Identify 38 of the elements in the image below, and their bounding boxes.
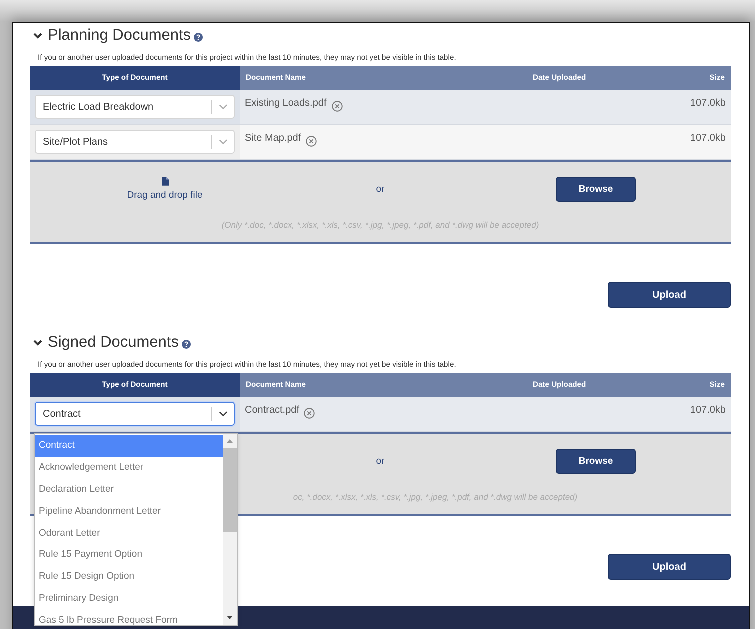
remove-icon[interactable] [304, 408, 316, 419]
dropdown-option[interactable]: Odorant Letter [35, 522, 223, 544]
dropdown-option[interactable]: Acknowledgement Letter [35, 456, 223, 479]
document-name: Contract.pdf [245, 405, 300, 416]
file-size: 107.0kb [690, 405, 726, 416]
caret-icon [219, 139, 228, 145]
document-type-select[interactable]: Electric Load Breakdown [35, 95, 235, 119]
file-size: 107.0kb [690, 98, 726, 109]
remove-icon[interactable] [332, 101, 343, 112]
help-icon[interactable] [194, 33, 204, 42]
browse-button[interactable]: Browse [556, 448, 636, 474]
chevron-icon[interactable] [33, 31, 43, 41]
file-icon [162, 177, 168, 186]
dropdown-option[interactable]: Preliminary Design [35, 588, 223, 610]
browse-button[interactable]: Browse [556, 176, 636, 202]
scrollbar-thumb[interactable] [223, 448, 237, 532]
dropdown-option[interactable]: Declaration Letter [35, 478, 223, 501]
document-name: Site Map.pdf [245, 133, 302, 144]
caret-icon [219, 104, 228, 110]
or-label: or [376, 184, 385, 194]
caret-icon [219, 411, 228, 417]
drag-drop-label: Drag and drop file [127, 190, 203, 201]
upload-button[interactable]: Upload [608, 554, 731, 580]
document-type-select[interactable]: Site/Plot Plans [35, 130, 235, 154]
file-size: 107.0kb [690, 133, 726, 144]
upload-button[interactable]: Upload [608, 282, 731, 308]
help-icon[interactable] [182, 340, 191, 349]
or-label: or [376, 456, 385, 466]
chevron-icon[interactable] [33, 338, 43, 348]
section-title: Planning Documents [48, 27, 192, 45]
remove-icon[interactable] [306, 136, 318, 147]
section-title: Signed Documents [48, 334, 179, 352]
dropdown-option[interactable]: Gas 5 lb Pressure Request Form [35, 610, 223, 629]
dropdown-option[interactable]: Rule 15 Payment Option [35, 544, 223, 566]
scroll-down-icon[interactable] [225, 615, 235, 621]
document-name: Existing Loads.pdf [245, 98, 327, 109]
document-type-select[interactable]: Contract [35, 402, 235, 426]
dropdown-option[interactable]: Rule 15 Design Option [35, 566, 223, 588]
